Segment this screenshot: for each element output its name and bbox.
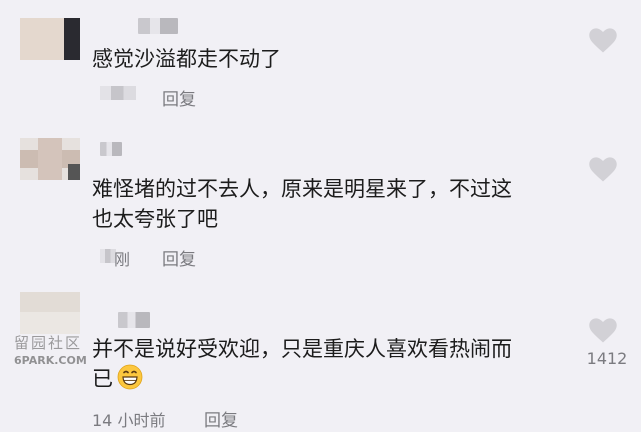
like-count: 1412	[586, 349, 628, 368]
timestamp-redacted	[100, 86, 136, 100]
comment-text-line2: 已	[92, 364, 143, 394]
comment-text: 感觉沙溢都走不动了	[92, 47, 281, 71]
watermark-url: 6PARK.COM	[14, 354, 87, 367]
watermark-logo: 留园社区 6PARK.COM	[12, 330, 90, 374]
watermark-text: 留园社区	[14, 334, 83, 352]
reply-button[interactable]: 回复	[204, 406, 238, 431]
comment-text-line2: 也太夸张了吧	[92, 207, 218, 231]
reply-button[interactable]: 回复	[162, 85, 196, 110]
timestamp: 14 小时前	[92, 411, 166, 430]
avatar[interactable]	[20, 138, 80, 180]
avatar[interactable]	[20, 18, 80, 60]
comment-text: 难怪堵的过不去人，原来是明星来了，不过这	[92, 177, 512, 201]
heart-icon[interactable]	[588, 316, 618, 344]
heart-icon[interactable]	[588, 26, 618, 54]
reply-button[interactable]: 回复	[162, 245, 196, 270]
timestamp: 刚	[114, 250, 131, 269]
comment-text: 并不是说好受欢迎，只是重庆人喜欢看热闹而	[92, 337, 512, 361]
username-redacted[interactable]	[138, 18, 178, 34]
grinning-face-emoji	[117, 364, 143, 390]
comment-list: 感觉沙溢都走不动了 回复 难怪堵的过不去人，原来是明星来了，不过这 也太夸张了吧…	[0, 0, 641, 432]
username-redacted[interactable]	[118, 312, 150, 328]
avatar[interactable]	[20, 292, 80, 334]
username-redacted[interactable]	[100, 142, 122, 156]
heart-icon[interactable]	[588, 155, 618, 183]
